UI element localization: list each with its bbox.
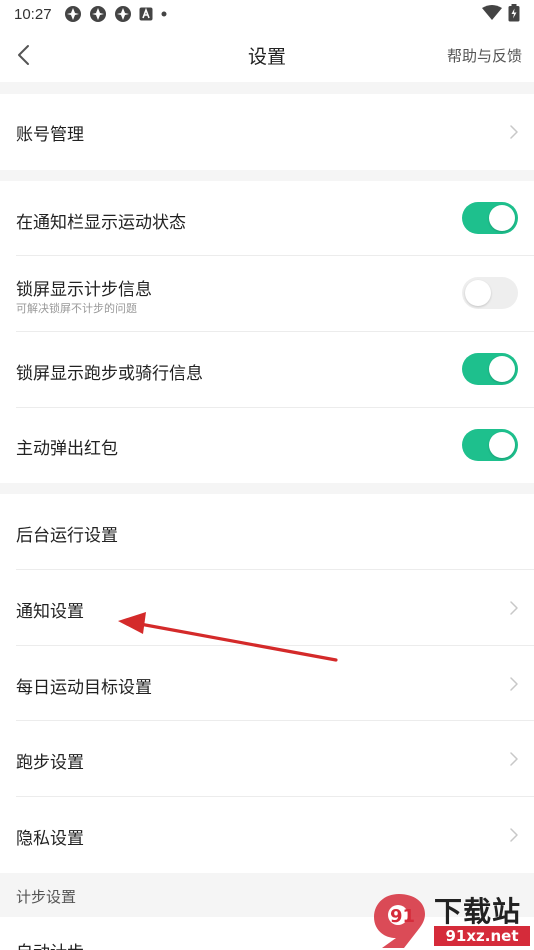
section-header-label: 计步设置	[16, 888, 77, 906]
row-label: 后台运行设置	[16, 526, 118, 546]
app-bar: 设置 帮助与反馈	[0, 28, 534, 82]
row-label: 隐私设置	[16, 829, 84, 849]
notification-status-toggle[interactable]	[462, 202, 518, 234]
red-packet-toggle[interactable]	[462, 429, 518, 461]
row-label: 跑步设置	[16, 753, 84, 773]
row-label: 通知设置	[16, 602, 84, 622]
nav-row-notification-settings[interactable]: 通知设置	[0, 570, 534, 646]
row-sublabel: 可解决锁屏不计步的问题	[16, 302, 137, 315]
toggle-row-lockscreen-steps[interactable]: 锁屏显示计步信息 可解决锁屏不计步的问题	[0, 256, 534, 332]
app-notification-icon	[64, 5, 82, 23]
app-notification-icon	[114, 5, 132, 23]
watermark-text: 下载站	[434, 895, 522, 928]
watermark-domain: 91xz.net	[434, 926, 530, 946]
row-label: 主动弹出红包	[16, 439, 118, 459]
chevron-right-icon	[510, 125, 518, 139]
watermark: 91 下载站 91xz.net	[364, 888, 534, 950]
row-label: 每日运动目标设置	[16, 678, 152, 698]
status-time: 10:27	[14, 5, 52, 23]
watermark-logo-text: 91	[390, 906, 415, 927]
status-bar: 10:27	[0, 0, 534, 28]
nav-row-daily-goal[interactable]: 每日运动目标设置	[0, 646, 534, 721]
section-gap	[0, 483, 534, 494]
nav-row-run-settings[interactable]: 跑步设置	[0, 721, 534, 797]
toggle-knob	[465, 280, 491, 306]
nav-row-privacy-settings[interactable]: 隐私设置	[0, 797, 534, 873]
chevron-right-icon	[510, 677, 518, 691]
chevron-right-icon	[510, 601, 518, 615]
help-feedback-link[interactable]: 帮助与反馈	[447, 45, 522, 66]
toggle-knob	[489, 356, 515, 382]
section-gap	[0, 170, 534, 181]
nav-row-background-run[interactable]: 后台运行设置	[0, 494, 534, 570]
section-gap	[0, 82, 534, 94]
toggle-row-lockscreen-run-ride[interactable]: 锁屏显示跑步或骑行信息	[0, 332, 534, 408]
toggle-knob	[489, 205, 515, 231]
wifi-icon	[482, 5, 502, 25]
battery-icon	[508, 4, 520, 26]
chevron-right-icon	[510, 752, 518, 766]
toggle-row-notification-status[interactable]: 在通知栏显示运动状态	[0, 181, 534, 256]
lockscreen-steps-toggle[interactable]	[462, 277, 518, 309]
watermark-logo: 91	[374, 894, 425, 948]
dot-notification-icon	[160, 10, 168, 18]
app-notification-icon	[89, 5, 107, 23]
auto-step-row-partial[interactable]: 自动计步	[16, 938, 84, 950]
toggle-knob	[489, 432, 515, 458]
a-notification-icon	[139, 7, 153, 21]
toggle-row-red-packet[interactable]: 主动弹出红包	[0, 408, 534, 483]
lockscreen-run-ride-toggle[interactable]	[462, 353, 518, 385]
account-management-row[interactable]: 账号管理	[0, 94, 534, 170]
row-label: 账号管理	[16, 125, 84, 145]
row-label: 在通知栏显示运动状态	[16, 213, 186, 233]
chevron-right-icon	[510, 828, 518, 842]
row-label: 锁屏显示计步信息	[16, 280, 152, 300]
row-label: 锁屏显示跑步或骑行信息	[16, 364, 203, 384]
